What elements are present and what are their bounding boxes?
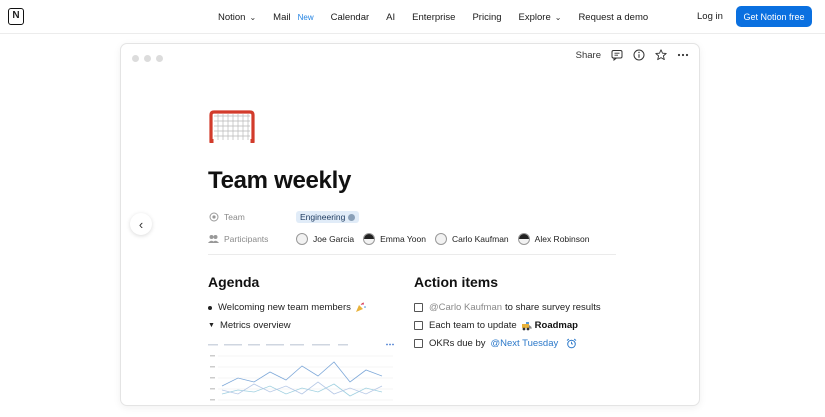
star-icon[interactable]	[655, 49, 667, 61]
window-dot	[156, 55, 163, 62]
goal-net-icon	[208, 110, 256, 144]
agenda-item[interactable]: Welcoming new team members	[208, 302, 366, 313]
avatar-hair	[364, 234, 375, 239]
avatar-hair	[518, 234, 529, 239]
nav-item-notion[interactable]: Notion ⌄	[218, 12, 256, 23]
nav-item-pricing[interactable]: Pricing	[472, 12, 501, 23]
todo-checkbox[interactable]	[414, 339, 423, 348]
participant-name: Alex Robinson	[534, 234, 590, 244]
get-notion-free-button[interactable]: Get Notion free	[736, 6, 812, 27]
team-value: Engineering	[300, 212, 346, 222]
participant-name: Carlo Kaufman	[451, 234, 509, 244]
agenda-item[interactable]: ▼ Metrics overview	[208, 320, 291, 331]
action-item: @Carlo Kaufman to share survey results	[414, 302, 601, 313]
nav-item-label: Calendar	[330, 11, 370, 23]
nav-item-label: Pricing	[472, 11, 502, 23]
participant-name: Emma Yoon	[380, 234, 426, 244]
avatar	[434, 233, 447, 245]
page-title: Team weekly	[208, 167, 352, 194]
nav-item-label: Enterprise	[412, 11, 456, 23]
team-tag[interactable]: Engineering	[296, 211, 360, 223]
chevron-down-icon: ⌄	[249, 12, 257, 22]
nav-item-request-demo[interactable]: Request a demo	[578, 12, 648, 23]
action-item-text: to share survey results	[505, 302, 601, 313]
nav-item-ai[interactable]: AI	[386, 12, 395, 23]
bullet-icon	[208, 305, 212, 310]
page-toolbar: Share	[576, 49, 689, 61]
chevron-left-icon: ‹	[138, 216, 144, 232]
previous-page-button[interactable]: ‹	[130, 213, 152, 235]
globe-icon	[348, 213, 356, 221]
people-icon	[208, 234, 219, 245]
comment-icon[interactable]	[611, 49, 623, 61]
user-mention[interactable]: @Carlo Kaufman	[429, 302, 502, 313]
nav-item-label: Notion	[218, 11, 246, 23]
avatar	[517, 233, 530, 245]
action-items-heading: Action items	[414, 274, 499, 290]
action-item-text: Each team to update	[429, 320, 517, 331]
window-dot	[132, 55, 139, 62]
participant[interactable]: Alex Robinson	[517, 233, 590, 245]
login-link[interactable]: Log in	[697, 11, 723, 22]
action-item: OKRs due by @Next Tuesday	[414, 338, 577, 349]
todo-checkbox[interactable]	[414, 321, 423, 330]
metrics-chart-thumbnail	[208, 342, 398, 405]
chevron-down-icon: ⌄	[554, 12, 562, 22]
roadmap-page-link[interactable]: Roadmap	[535, 320, 578, 331]
nav-item-enterprise[interactable]: Enterprise	[412, 12, 455, 23]
window-dot	[144, 55, 151, 62]
window-controls	[132, 55, 163, 62]
participant-name: Joe Garcia	[313, 234, 355, 244]
nav-item-label: AI	[386, 11, 396, 23]
properties-divider	[208, 254, 616, 255]
nav-item-label: Mail	[273, 11, 291, 23]
nav-item-mail[interactable]: Mail New	[273, 12, 313, 23]
nav-item-explore[interactable]: Explore ⌄	[519, 12, 562, 23]
avatar	[296, 233, 308, 245]
participant[interactable]: Joe Garcia	[296, 233, 354, 245]
construction-vehicle-icon	[521, 320, 532, 331]
avatar	[363, 233, 376, 245]
participant[interactable]: Emma Yoon	[363, 233, 426, 245]
participants-label: Participants	[224, 234, 269, 244]
more-icon[interactable]	[677, 49, 689, 61]
notion-logo[interactable]: N	[8, 8, 24, 25]
participant[interactable]: Carlo Kaufman	[434, 233, 509, 245]
app-window: Share Team weekly ‹ Team Engineering Par…	[120, 43, 700, 406]
nav-links: Notion ⌄ Mail New Calendar AI Enterprise…	[218, 0, 665, 34]
agenda-item-text: Welcoming new team members	[218, 302, 351, 313]
date-mention[interactable]: @Next Tuesday	[491, 338, 559, 349]
team-label: Team	[224, 212, 245, 222]
agenda-heading: Agenda	[208, 274, 260, 290]
new-badge: New	[297, 12, 314, 22]
nav-item-calendar[interactable]: Calendar	[331, 12, 370, 23]
agenda-item-text: Metrics overview	[219, 320, 291, 331]
top-navigation: N Notion ⌄ Mail New Calendar AI Enterpri…	[0, 0, 825, 34]
participants-property: Participants Joe Garcia Emma Yoon Carlo …	[208, 232, 598, 246]
nav-item-label: Request a demo	[578, 11, 649, 23]
nav-item-label: Explore	[518, 11, 551, 23]
toggle-triangle-icon[interactable]: ▼	[208, 322, 215, 329]
alarm-clock-icon	[566, 338, 577, 349]
team-property: Team Engineering	[208, 210, 360, 224]
party-popper-icon	[355, 302, 366, 313]
todo-checkbox[interactable]	[414, 303, 423, 312]
status-icon	[208, 212, 219, 223]
action-item: Each team to update Roadmap	[414, 320, 578, 331]
action-item-text: OKRs due by	[429, 338, 486, 349]
info-icon[interactable]	[633, 49, 645, 61]
share-button[interactable]: Share	[576, 50, 601, 61]
